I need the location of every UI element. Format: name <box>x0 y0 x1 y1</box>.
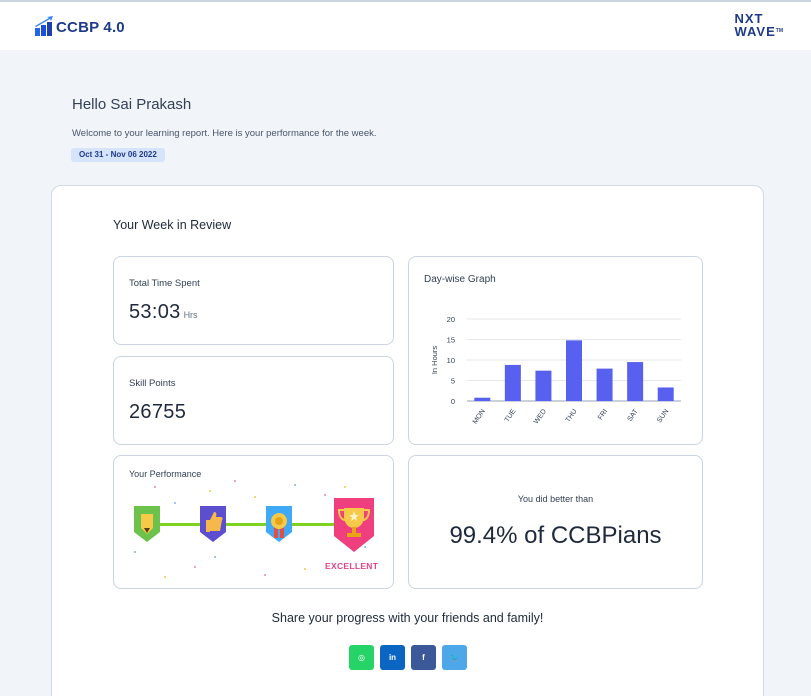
total-time-value-wrap: 53:03 Hrs <box>129 301 198 324</box>
ccbp-logo-icon <box>34 16 54 38</box>
total-time-value: 53:03 <box>129 301 181 323</box>
x-tick-label: SAT <box>627 408 641 423</box>
brand-line2: WAVE <box>734 24 776 39</box>
trophy-badge-icon <box>334 498 374 552</box>
greeting: Hello Sai Prakash <box>72 96 192 113</box>
top-bar: CCBP 4.0 NXT WAVETM <box>0 0 811 50</box>
total-time-card: Total Time Spent 53:03 Hrs <box>113 256 394 345</box>
y-tick-label: 10 <box>447 356 455 365</box>
day-wise-graph-card: Day-wise Graph 0 5 10 15 20 In Hours MON TUE WED… <box>408 256 703 445</box>
total-time-unit: Hrs <box>183 310 198 320</box>
bar-sat <box>627 362 644 401</box>
y-tick-label: 0 <box>451 397 455 406</box>
performance-card: Your Performance EXCELLENT <box>113 455 394 589</box>
x-tick-label: TUE <box>504 408 518 424</box>
date-range-badge: Oct 31 - Nov 06 2022 <box>71 148 165 162</box>
comparison-value: 99.4% of CCBPians <box>449 522 662 549</box>
facebook-icon: f <box>422 653 425 662</box>
medal-badge-icon <box>266 506 292 542</box>
x-tick-label: MON <box>472 408 487 425</box>
total-time-label: Total Time Spent <box>129 278 200 289</box>
comparison-card: You did better than 99.4% of CCBPians <box>408 455 703 589</box>
bar-thu <box>566 340 582 401</box>
report-card: Your Week in Review Total Time Spent 53:… <box>51 185 764 696</box>
y-tick-label: 5 <box>451 377 455 386</box>
x-tick-label: WED <box>533 408 548 425</box>
share-text: Share your progress with your friends an… <box>271 611 544 625</box>
twitter-share-button[interactable]: 🐦 <box>442 645 467 670</box>
skill-points-card: Skill Points 26755 <box>113 356 394 445</box>
y-tick-label: 15 <box>447 336 455 345</box>
social-share-buttons: ◎ in f 🐦 <box>349 645 467 670</box>
linkedin-icon: in <box>388 653 397 662</box>
performance-title: Your Performance <box>129 469 202 479</box>
bar-wed <box>535 370 552 401</box>
bar-sun <box>657 387 674 401</box>
skill-points-value: 26755 <box>129 401 187 423</box>
whatsapp-share-button[interactable]: ◎ <box>349 645 374 670</box>
performance-level: EXCELLENT <box>325 561 379 571</box>
whatsapp-icon: ◎ <box>358 653 365 662</box>
performance-progress-line <box>144 523 344 526</box>
pencil-badge-icon <box>134 506 160 542</box>
bar-mon <box>474 397 491 401</box>
skill-points-label: Skill Points <box>129 378 176 389</box>
twitter-icon: 🐦 <box>449 653 460 662</box>
x-tick-label: SUN <box>656 408 670 424</box>
x-tick-label: FRI <box>597 408 609 421</box>
thumbs-up-badge-icon <box>200 506 226 542</box>
week-review-title: Your Week in Review <box>113 218 232 232</box>
y-axis-label: In Hours <box>430 346 439 375</box>
linkedin-share-button[interactable]: in <box>380 645 405 670</box>
nxtwave-logo[interactable]: NXT WAVETM <box>734 12 783 38</box>
facebook-share-button[interactable]: f <box>411 645 436 670</box>
logo-text: CCBP 4.0 <box>56 18 125 36</box>
brand-tm: TM <box>775 28 783 34</box>
bar-fri <box>596 368 613 401</box>
x-tick-label: THU <box>565 408 579 424</box>
ccbp-logo[interactable]: CCBP 4.0 <box>34 16 125 38</box>
comparison-label: You did better than <box>517 494 594 504</box>
y-tick-label: 20 <box>447 315 455 324</box>
day-wise-bar-chart: 0 5 10 15 20 In Hours MON TUE WED THU FRI SAT SUN <box>430 315 681 426</box>
welcome-text: Welcome to your learning report. Here is… <box>72 128 377 139</box>
bar-tue <box>504 364 521 401</box>
